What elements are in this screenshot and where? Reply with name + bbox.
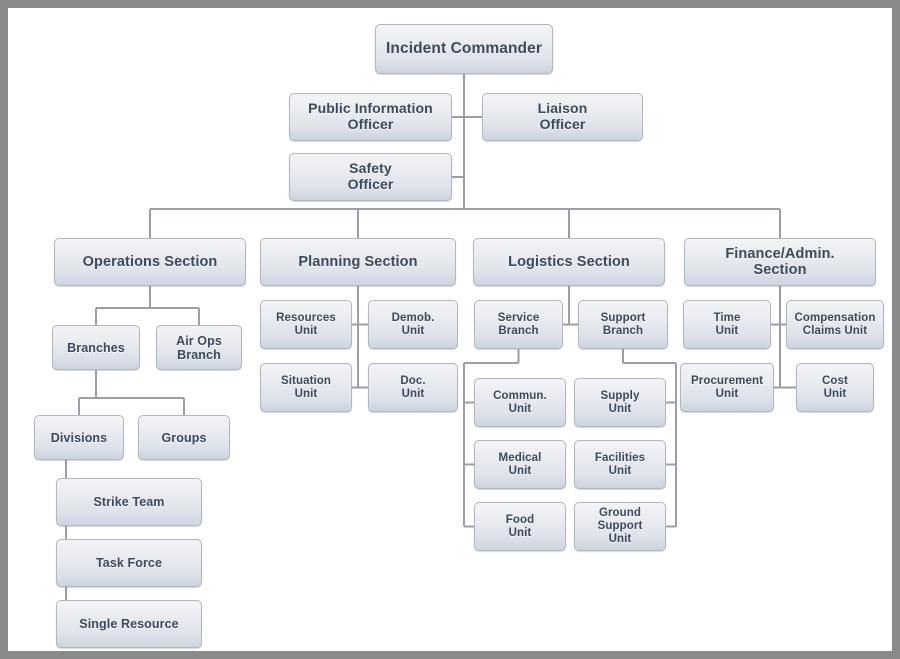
node-supply-unit[interactable]: Supply Unit: [574, 378, 666, 427]
node-public-information-officer[interactable]: Public Information Officer: [289, 93, 452, 141]
node-label: Planning Section: [298, 254, 417, 270]
node-task-force[interactable]: Task Force: [56, 539, 202, 587]
node-procurement-unit[interactable]: Procurement Unit: [680, 363, 774, 412]
node-label: Procurement Unit: [691, 375, 763, 401]
node-label: Ground Support Unit: [598, 507, 643, 546]
node-label: Finance/Admin. Section: [725, 246, 834, 278]
node-doc-unit[interactable]: Doc. Unit: [368, 363, 458, 412]
node-operations-section[interactable]: Operations Section: [54, 238, 246, 286]
node-label: Situation Unit: [281, 375, 331, 401]
node-cost-unit[interactable]: Cost Unit: [796, 363, 874, 412]
node-resources-unit[interactable]: Resources Unit: [260, 300, 352, 349]
node-label: Logistics Section: [508, 254, 630, 270]
node-label: Safety Officer: [348, 161, 394, 192]
chart-canvas: Incident Commander Public Information Off…: [8, 8, 892, 651]
node-groups[interactable]: Groups: [138, 415, 230, 460]
node-label: Cost Unit: [822, 375, 848, 401]
node-label: Demob. Unit: [392, 312, 435, 338]
node-label: Medical Unit: [499, 452, 542, 478]
node-air-ops-branch[interactable]: Air Ops Branch: [156, 325, 242, 370]
node-service-branch[interactable]: Service Branch: [474, 300, 563, 349]
node-liaison-officer[interactable]: Liaison Officer: [482, 93, 643, 141]
node-demob-unit[interactable]: Demob. Unit: [368, 300, 458, 349]
node-label: Supply Unit: [601, 390, 640, 416]
node-label: Food Unit: [506, 514, 535, 540]
node-label: Commun. Unit: [493, 390, 547, 416]
node-planning-section[interactable]: Planning Section: [260, 238, 456, 286]
chart-frame: Incident Commander Public Information Off…: [0, 0, 900, 659]
node-facilities-unit[interactable]: Facilities Unit: [574, 440, 666, 489]
node-label: Doc. Unit: [400, 375, 425, 401]
node-label: Public Information Officer: [308, 101, 433, 132]
node-finance-admin-section[interactable]: Finance/Admin. Section: [684, 238, 876, 286]
node-label: Operations Section: [83, 254, 218, 270]
node-single-resource[interactable]: Single Resource: [56, 600, 202, 648]
node-label: Incident Commander: [386, 40, 542, 57]
node-compensation-claims-unit[interactable]: Compensation Claims Unit: [786, 300, 884, 349]
node-incident-commander[interactable]: Incident Commander: [375, 24, 553, 74]
node-food-unit[interactable]: Food Unit: [474, 502, 566, 551]
node-label: Facilities Unit: [595, 452, 645, 478]
node-label: Strike Team: [93, 495, 164, 509]
node-label: Single Resource: [79, 617, 178, 631]
node-time-unit[interactable]: Time Unit: [683, 300, 771, 349]
node-medical-unit[interactable]: Medical Unit: [474, 440, 566, 489]
node-branches[interactable]: Branches: [52, 325, 140, 370]
node-divisions[interactable]: Divisions: [34, 415, 124, 460]
node-label: Task Force: [96, 556, 162, 570]
node-label: Groups: [161, 431, 206, 445]
node-label: Divisions: [51, 431, 107, 445]
node-strike-team[interactable]: Strike Team: [56, 478, 202, 526]
node-label: Compensation Claims Unit: [794, 312, 875, 338]
node-label: Air Ops Branch: [176, 334, 222, 362]
node-logistics-section[interactable]: Logistics Section: [473, 238, 665, 286]
node-situation-unit[interactable]: Situation Unit: [260, 363, 352, 412]
node-label: Support Branch: [601, 312, 646, 338]
node-label: Branches: [67, 341, 125, 355]
node-safety-officer[interactable]: Safety Officer: [289, 153, 452, 201]
node-label: Service Branch: [498, 312, 540, 338]
node-label: Liaison Officer: [538, 101, 588, 132]
node-ground-support-unit[interactable]: Ground Support Unit: [574, 502, 666, 551]
node-label: Resources Unit: [276, 312, 336, 338]
node-commun-unit[interactable]: Commun. Unit: [474, 378, 566, 427]
node-support-branch[interactable]: Support Branch: [578, 300, 668, 349]
node-label: Time Unit: [713, 312, 740, 338]
